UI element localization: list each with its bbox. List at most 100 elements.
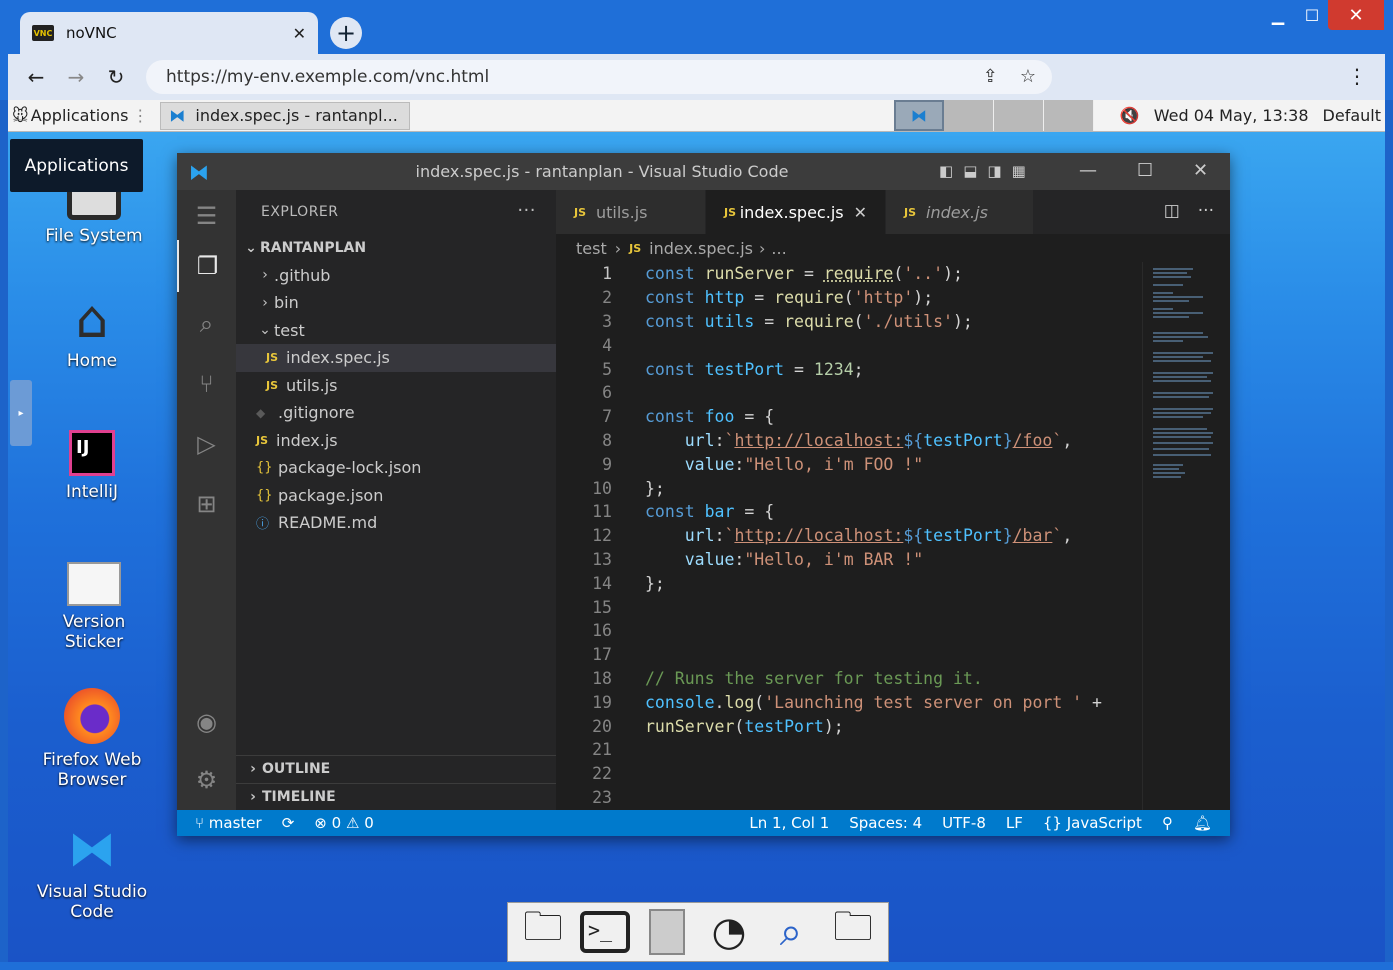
chevron-right-icon: ›: [262, 267, 268, 284]
code-line: 21: [556, 738, 1142, 762]
token: `: [724, 430, 735, 450]
more-actions-icon[interactable]: ···: [517, 200, 536, 221]
terminal-icon[interactable]: >_: [578, 906, 632, 958]
close-window-button[interactable]: ✕: [1328, 0, 1384, 30]
breadcrumb-folder[interactable]: test: [576, 239, 607, 258]
search-magnifier-icon[interactable]: ⌕: [764, 906, 818, 958]
file-cabinet-icon[interactable]: [640, 906, 694, 958]
settings-gear-icon[interactable]: ⚙: [177, 754, 236, 806]
accounts-icon[interactable]: ◉: [177, 696, 236, 748]
forward-icon[interactable]: →: [56, 65, 96, 89]
token: =: [784, 359, 814, 379]
tree-file-index-js[interactable]: JS index.js: [236, 427, 556, 455]
split-editor-icon[interactable]: ◫: [1164, 201, 1180, 221]
line-number: 5: [602, 359, 612, 379]
browser-menu-icon[interactable]: ⋮: [1347, 64, 1367, 88]
toggle-secondary-sidebar-icon[interactable]: ◨: [987, 162, 1001, 180]
desktop-icon-label: File System: [45, 226, 143, 246]
search-icon[interactable]: ⌕: [177, 298, 236, 350]
bookmark-star-icon[interactable]: ☆: [1020, 66, 1036, 87]
minimize-icon[interactable]: —: [1079, 160, 1097, 181]
language-mode[interactable]: {} JavaScript: [1033, 814, 1152, 832]
tree-root[interactable]: ⌄ RANTANPLAN: [236, 234, 556, 262]
encoding-status[interactable]: UTF-8: [932, 814, 996, 832]
indentation-status[interactable]: Spaces: 4: [839, 814, 932, 832]
share-icon[interactable]: ⇪: [983, 66, 998, 87]
new-tab-button[interactable]: +: [330, 17, 362, 49]
run-debug-icon[interactable]: ▷: [177, 418, 236, 470]
token: const: [645, 407, 695, 427]
desktop-icon-vscode[interactable]: ⧓ Visual Studio Code: [7, 822, 177, 922]
source-control-icon[interactable]: ⑂: [177, 358, 236, 410]
outline-section[interactable]: › OUTLINE: [236, 755, 556, 782]
taskbar-item-vscode[interactable]: ⧓ index.spec.js - rantanpl...: [160, 101, 411, 130]
tree-file-package-lock-json[interactable]: {} package-lock.json: [236, 454, 556, 482]
folder-icon[interactable]: 🗀: [826, 904, 880, 958]
minimap[interactable]: [1142, 262, 1230, 810]
eol-status[interactable]: LF: [996, 814, 1033, 832]
token: }: [1002, 526, 1013, 546]
tab-utils-js[interactable]: JS utils.js: [556, 190, 706, 234]
js-file-icon: JS: [256, 433, 269, 447]
toggle-sidebar-icon[interactable]: ◧: [939, 162, 953, 180]
browser-tab[interactable]: VNC noVNC ✕: [20, 12, 318, 54]
web-browser-icon[interactable]: ◔: [702, 906, 756, 958]
explorer-files-icon[interactable]: ❐: [177, 240, 236, 292]
tree-file-utils-js[interactable]: JS utils.js: [236, 372, 556, 400]
tree-folder-test[interactable]: ⌄ test: [236, 317, 556, 345]
code-editor[interactable]: 1 const runServer = require('..'); 2 const…: [556, 262, 1142, 810]
tree-file-readme-md[interactable]: ⓘ README.md: [236, 509, 556, 537]
workspace-4[interactable]: [1044, 100, 1094, 131]
extensions-icon[interactable]: ⊞: [177, 478, 236, 530]
tab-index-js[interactable]: JS index.js: [886, 190, 1034, 234]
tree-file-package-json[interactable]: {} package.json: [236, 482, 556, 510]
token: = {: [734, 502, 775, 522]
tree-folder-bin[interactable]: › bin: [236, 289, 556, 317]
sync-icon[interactable]: ⟳: [272, 814, 305, 832]
maximize-icon[interactable]: ☐: [1137, 160, 1153, 181]
tab-index-spec-js[interactable]: JS index.spec.js ✕: [706, 190, 886, 234]
breadcrumb-file[interactable]: index.spec.js: [649, 239, 753, 258]
token: '..': [903, 264, 944, 284]
toggle-panel-icon[interactable]: ⬓: [963, 162, 977, 180]
customize-layout-icon[interactable]: ▦: [1012, 162, 1026, 180]
back-icon[interactable]: ←: [16, 65, 56, 89]
tree-folder-github[interactable]: › .github: [236, 262, 556, 290]
user-label[interactable]: Default: [1323, 106, 1381, 125]
desktop-icon-home[interactable]: ⌂ Home: [7, 294, 177, 371]
clock[interactable]: Wed 04 May, 13:38: [1154, 106, 1309, 125]
address-bar[interactable]: https://my-env.exemple.com/vnc.html ⇪ ☆: [146, 60, 1052, 94]
tree-file-gitignore[interactable]: ◆ .gitignore: [236, 399, 556, 427]
workspace-2[interactable]: [944, 100, 994, 131]
volume-muted-icon[interactable]: 🔇: [1120, 106, 1140, 125]
problems-status[interactable]: ⊗ 0 ⚠ 0: [304, 814, 383, 832]
token: require: [774, 288, 844, 308]
tree-file-index-spec-js[interactable]: JS index.spec.js: [236, 344, 556, 372]
workspace-3[interactable]: [994, 100, 1044, 131]
minimap-line: [1153, 352, 1213, 354]
token: log: [724, 692, 755, 712]
cursor-position[interactable]: Ln 1, Col 1: [739, 814, 839, 832]
close-tab-icon[interactable]: ✕: [293, 24, 306, 43]
novnc-control-handle[interactable]: ▸: [10, 380, 32, 446]
applications-menu-button[interactable]: 🐭 Applications ⋮: [8, 100, 152, 131]
close-icon[interactable]: ✕: [1193, 160, 1208, 181]
more-actions-icon[interactable]: ···: [1198, 201, 1214, 221]
workspace-1[interactable]: ⧓: [894, 100, 944, 131]
desktop-icon-firefox[interactable]: Firefox Web Browser: [7, 688, 177, 790]
git-branch-status[interactable]: ⑂ master: [177, 814, 272, 832]
timeline-section[interactable]: › TIMELINE: [236, 783, 556, 810]
reload-icon[interactable]: ↻: [96, 65, 136, 89]
desktop-icon-intellij[interactable]: IJ IntelliJ: [7, 430, 177, 502]
minimap-line: [1153, 332, 1203, 334]
breadcrumb-more[interactable]: ...: [771, 239, 786, 258]
live-share-icon[interactable]: ⚲: [1152, 814, 1183, 832]
desktop-icon-version-sticker[interactable]: Version Sticker: [9, 562, 179, 652]
token: (: [893, 264, 904, 284]
close-tab-icon[interactable]: ✕: [854, 203, 867, 222]
maximize-window-button[interactable]: ☐: [1292, 0, 1332, 30]
taskbar-item-label: index.spec.js - rantanpl...: [195, 106, 398, 125]
menu-icon[interactable]: ☰: [177, 190, 236, 242]
notifications-bell-icon[interactable]: 🔔︎: [1183, 814, 1230, 832]
folder-icon[interactable]: 🗀: [516, 904, 570, 958]
